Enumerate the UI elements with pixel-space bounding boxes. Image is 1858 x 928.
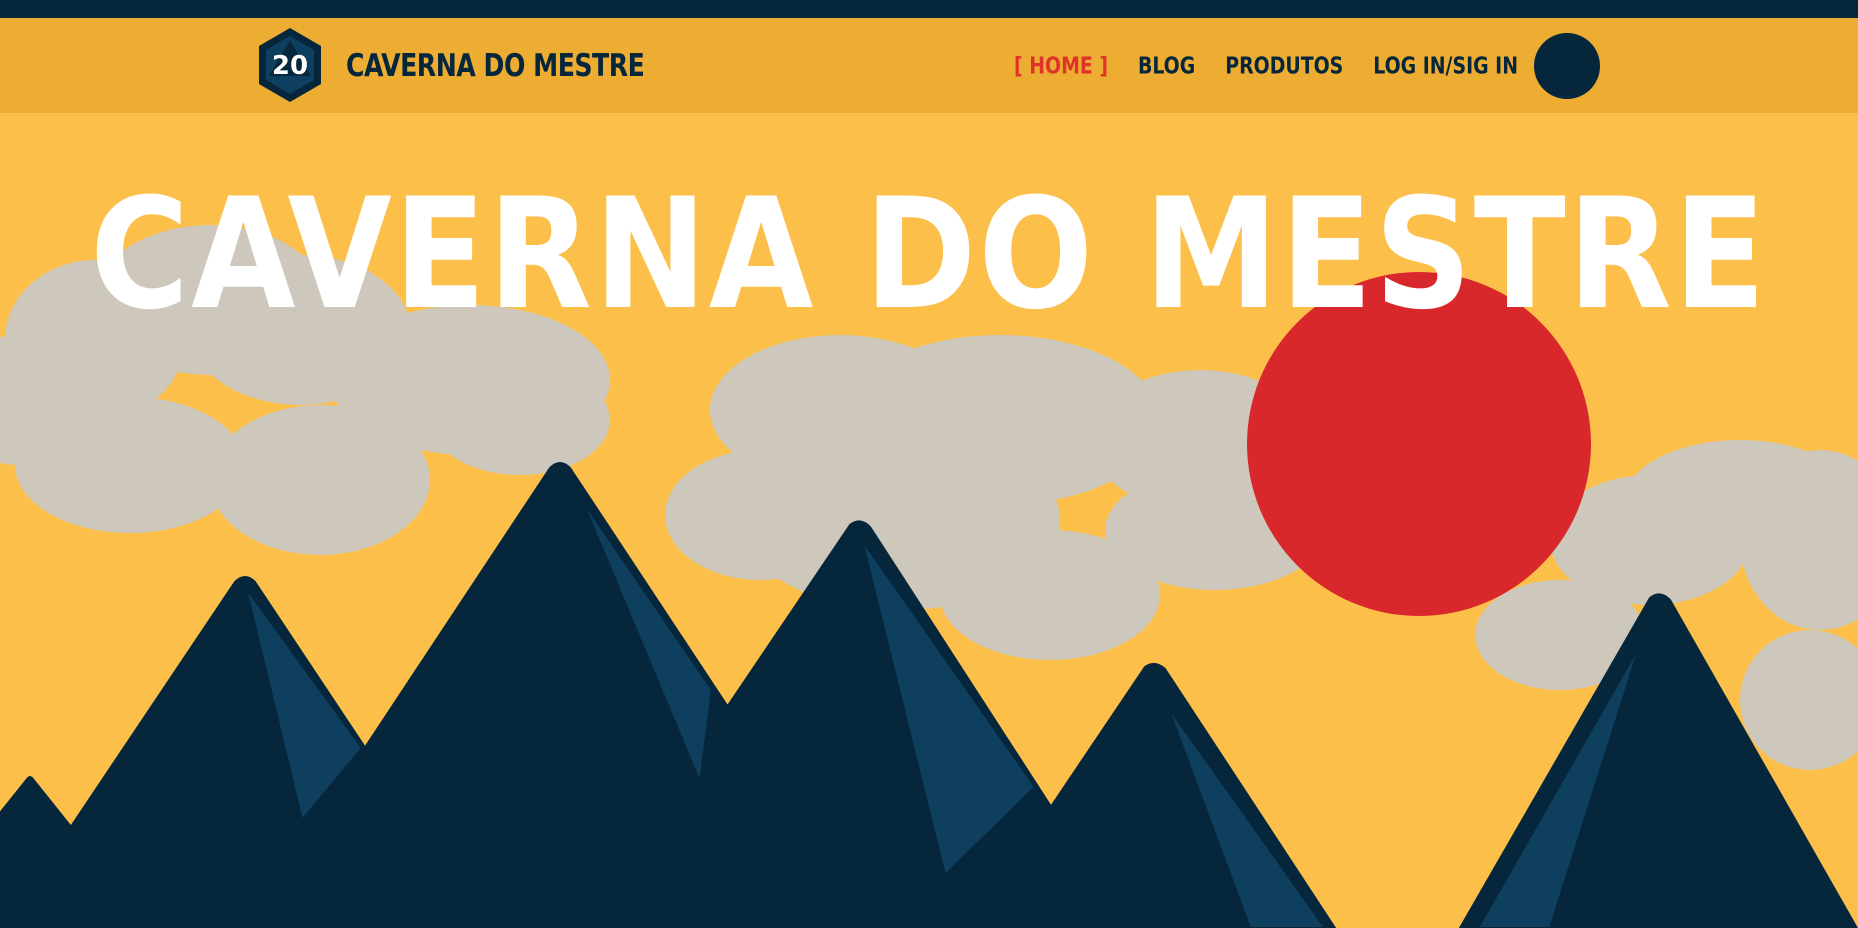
- nav-login[interactable]: LOG IN/SIG IN: [1373, 52, 1518, 78]
- mountain-far-left: [0, 776, 73, 928]
- nav-blog[interactable]: BLOG: [1138, 52, 1195, 78]
- logo-link[interactable]: 20: [256, 26, 324, 104]
- hero-scene: CAVERNA DO MESTRE: [0, 113, 1858, 928]
- user-avatar[interactable]: [1534, 33, 1600, 99]
- navbar: 20 CAVERNA DO MESTRE [ HOME ] BLOG PRODU…: [0, 18, 1858, 113]
- logo-number: 20: [272, 51, 308, 81]
- hero-title: CAVERNA DO MESTRE: [90, 166, 1768, 344]
- main-nav: [ HOME ] BLOG PRODUTOS LOG IN/SIG IN: [1014, 18, 1518, 113]
- top-strip: [0, 0, 1858, 18]
- brand-name[interactable]: CAVERNA DO MESTRE: [346, 47, 645, 84]
- d20-dice-icon: 20: [259, 28, 321, 102]
- cloud-center: [665, 335, 1325, 660]
- nav-home[interactable]: [ HOME ]: [1014, 52, 1108, 78]
- nav-produtos[interactable]: PRODUTOS: [1225, 52, 1343, 78]
